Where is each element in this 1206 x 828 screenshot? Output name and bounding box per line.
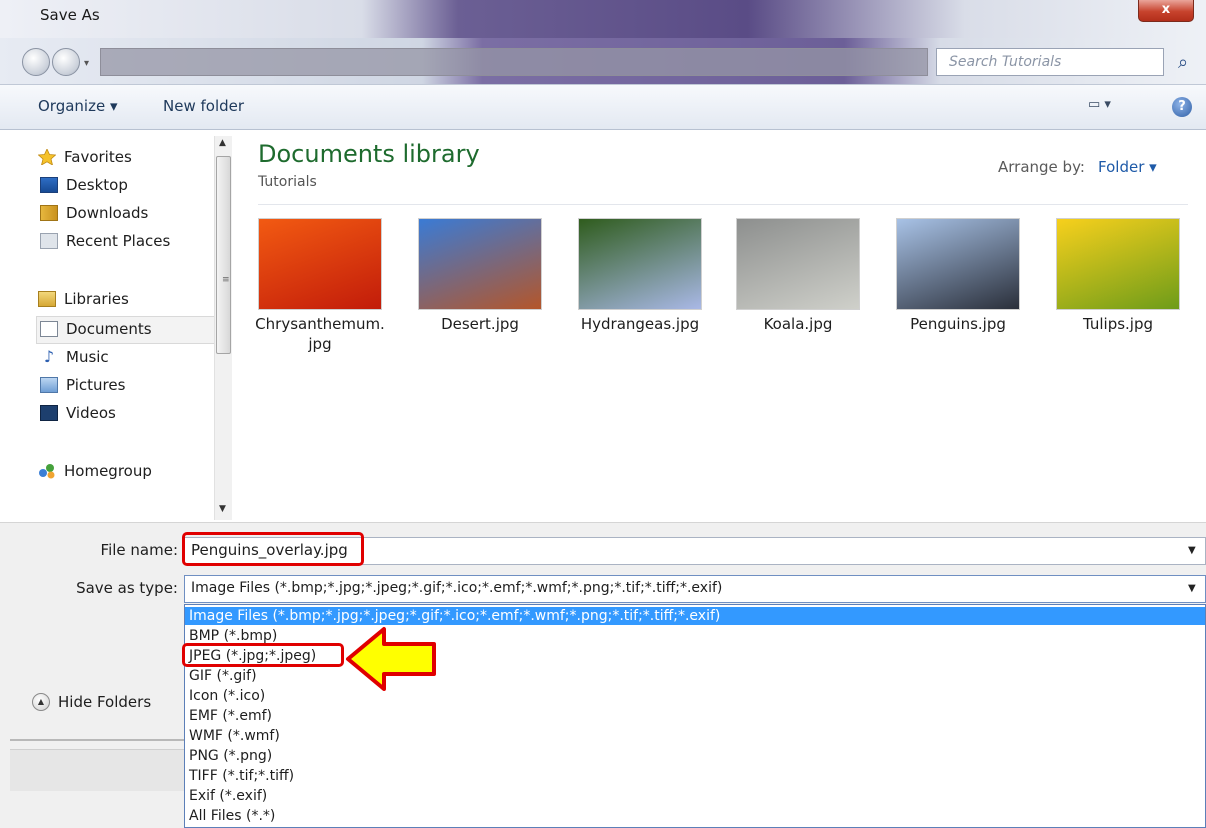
sidebar-label-recent-places: Recent Places — [66, 232, 171, 250]
new-folder-button[interactable]: New folder — [163, 97, 244, 115]
file-name-label: File name: — [100, 541, 178, 559]
file-label-hydrangeas[interactable]: Hydrangeas.jpg — [565, 314, 715, 334]
homegroup-icon — [38, 463, 56, 479]
option-tiff[interactable]: TIFF (*.tif;*.tiff) — [189, 767, 294, 785]
documents-icon — [40, 321, 58, 337]
scroll-up-icon[interactable]: ▲ — [219, 138, 226, 148]
change-view-button[interactable]: ▭ ▾ — [1088, 97, 1111, 112]
thumbnail-koala[interactable] — [736, 218, 860, 310]
panel-divider — [10, 739, 200, 741]
recent-pages-chevron-icon[interactable]: ▾ — [84, 58, 89, 69]
title-bar: Save As x — [0, 0, 1206, 38]
save-as-type-select[interactable]: Image Files (*.bmp;*.jpg;*.jpeg;*.gif;*.… — [184, 575, 1206, 603]
sidebar-label-downloads: Downloads — [66, 204, 149, 222]
scroll-down-icon[interactable]: ▼ — [219, 504, 226, 514]
file-name-chevron-down-icon[interactable]: ▼ — [1188, 545, 1196, 556]
forward-button[interactable] — [52, 48, 80, 76]
navigation-pane: Favorites Desktop Downloads Recent Place… — [10, 130, 232, 522]
header-divider — [258, 204, 1188, 205]
sidebar-label-documents: Documents — [66, 320, 152, 338]
option-gif[interactable]: GIF (*.gif) — [189, 667, 257, 685]
window-title: Save As — [40, 6, 100, 24]
option-all-files[interactable]: All Files (*.*) — [189, 807, 275, 825]
music-icon: ♪ — [43, 347, 55, 366]
library-title: Documents library — [258, 140, 480, 168]
hide-folders-label: Hide Folders — [58, 693, 152, 711]
address-bar[interactable] — [100, 48, 928, 76]
sidebar-item-music[interactable]: ♪ Music — [40, 348, 109, 366]
sidebar-item-videos[interactable]: Videos — [40, 404, 116, 422]
file-label-tulips[interactable]: Tulips.jpg — [1043, 314, 1193, 334]
grip-icon: ≡ — [222, 275, 230, 285]
search-placeholder: Search Tutorials — [949, 54, 1062, 70]
option-image-files[interactable]: Image Files (*.bmp;*.jpg;*.jpeg;*.gif;*.… — [185, 607, 1205, 625]
scroll-thumb[interactable]: ≡ — [216, 156, 231, 354]
file-name-highlight-box — [182, 532, 364, 566]
thumbnail-chrysanthemum[interactable] — [258, 218, 382, 310]
navigation-bar: ▾ Search Tutorials ⌕ — [0, 38, 1206, 84]
thumbnail-tulips[interactable] — [1056, 218, 1180, 310]
sidebar-item-documents[interactable]: Documents — [40, 320, 152, 338]
sidebar-label-homegroup: Homegroup — [64, 462, 152, 480]
sidebar-label-videos: Videos — [66, 404, 116, 422]
save-as-type-options-list[interactable]: Image Files (*.bmp;*.jpg;*.jpeg;*.gif;*.… — [184, 604, 1206, 828]
option-exif[interactable]: Exif (*.exif) — [189, 787, 267, 805]
library-subtitle: Tutorials — [258, 174, 317, 190]
toolbar: Organize ▾ New folder ▭ ▾ ? — [0, 84, 1206, 130]
arrange-by-label: Arrange by: — [998, 158, 1085, 176]
thumbnail-penguins[interactable] — [896, 218, 1020, 310]
pictures-icon — [40, 377, 58, 393]
option-icon[interactable]: Icon (*.ico) — [189, 687, 265, 705]
thumbnail-hydrangeas[interactable] — [578, 218, 702, 310]
help-icon[interactable]: ? — [1172, 97, 1192, 117]
file-label-chrysanthemum[interactable]: Chrysanthemum. jpg — [245, 314, 395, 354]
sidebar-label-pictures: Pictures — [66, 376, 126, 394]
save-as-type-chevron-down-icon[interactable]: ▼ — [1188, 583, 1196, 594]
sidebar-label-music: Music — [66, 348, 109, 366]
recent-places-icon — [40, 233, 58, 249]
collapse-up-icon: ▲ — [32, 693, 50, 711]
hide-folders-button[interactable]: ▲ Hide Folders — [32, 693, 151, 711]
option-emf[interactable]: EMF (*.emf) — [189, 707, 272, 725]
back-button[interactable] — [22, 48, 50, 76]
libraries-icon — [38, 291, 56, 307]
jpeg-option-highlight-box — [182, 643, 344, 667]
file-label-koala[interactable]: Koala.jpg — [723, 314, 873, 334]
search-icon[interactable]: ⌕ — [1178, 52, 1188, 73]
navigation-pane-scrollbar[interactable]: ▲ ≡ ▼ — [214, 136, 232, 520]
sidebar-item-downloads[interactable]: Downloads — [40, 204, 148, 222]
option-png[interactable]: PNG (*.png) — [189, 747, 272, 765]
save-as-type-label: Save as type: — [76, 579, 178, 597]
videos-icon — [40, 405, 58, 421]
thumbnail-desert[interactable] — [418, 218, 542, 310]
file-view: Documents library Tutorials Arrange by: … — [236, 130, 1206, 522]
star-icon — [37, 148, 57, 166]
sidebar-item-desktop[interactable]: Desktop — [40, 176, 128, 194]
organize-button[interactable]: Organize ▾ — [38, 97, 118, 115]
file-label-penguins[interactable]: Penguins.jpg — [883, 314, 1033, 334]
sidebar-item-recent-places[interactable]: Recent Places — [40, 232, 170, 250]
close-button[interactable]: x — [1138, 0, 1194, 22]
downloads-icon — [40, 205, 58, 221]
desktop-icon — [40, 177, 58, 193]
sidebar-label-favorites: Favorites — [64, 148, 132, 166]
file-name-line1: Chrysanthemum. — [255, 315, 385, 333]
callout-arrow-icon — [346, 627, 436, 691]
sidebar-item-pictures[interactable]: Pictures — [40, 376, 125, 394]
sidebar-label-libraries: Libraries — [64, 290, 129, 308]
sidebar-item-libraries[interactable]: Libraries — [38, 290, 129, 308]
file-label-desert[interactable]: Desert.jpg — [405, 314, 555, 334]
status-bar — [10, 749, 186, 791]
sidebar-item-favorites[interactable]: Favorites — [37, 148, 132, 166]
arrange-by-dropdown[interactable]: Folder ▾ — [1098, 158, 1157, 176]
search-input[interactable]: Search Tutorials — [936, 48, 1164, 76]
sidebar-label-desktop: Desktop — [66, 176, 128, 194]
file-name-line2: jpg — [308, 335, 332, 353]
sidebar-item-homegroup[interactable]: Homegroup — [38, 462, 152, 480]
option-wmf[interactable]: WMF (*.wmf) — [189, 727, 280, 745]
